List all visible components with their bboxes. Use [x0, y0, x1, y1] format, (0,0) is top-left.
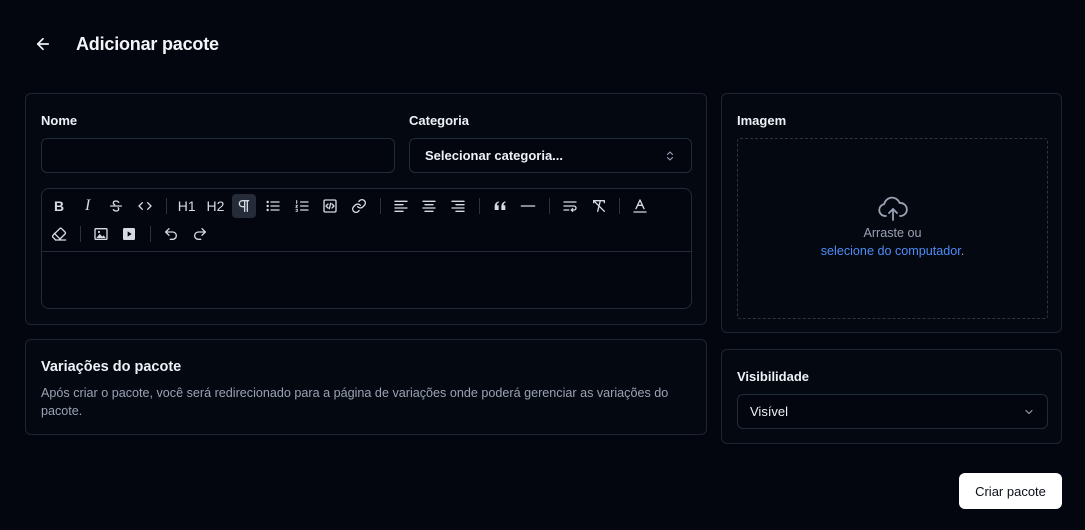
italic-button[interactable]: I: [76, 194, 100, 218]
dropzone-suffix: .: [960, 244, 965, 258]
image-card: Imagem Arraste ou selecione do computado…: [721, 93, 1062, 333]
visibility-select[interactable]: Visível: [737, 394, 1048, 429]
code-block-button[interactable]: [318, 194, 342, 218]
text-color-icon: [633, 199, 648, 213]
wrap-text-icon: [563, 201, 577, 212]
ordered-list-button[interactable]: [290, 194, 314, 218]
toolbar-divider: [79, 226, 81, 242]
heading-1-icon: H1: [177, 198, 196, 214]
bullet-list-button[interactable]: [261, 194, 285, 218]
rich-text-editor: B I H1 H2: [41, 188, 692, 309]
package-details-card: Nome Categoria Selecionar categoria... B…: [25, 93, 707, 325]
align-center-button[interactable]: [417, 194, 441, 218]
bullet-list-icon: [266, 200, 280, 212]
variations-description: Após criar o pacote, você será redirecio…: [41, 386, 669, 418]
link-button[interactable]: [347, 194, 371, 218]
name-label: Nome: [41, 113, 78, 128]
chevron-down-icon: [1025, 409, 1033, 414]
ordered-list-icon: [294, 200, 309, 212]
strikethrough-button[interactable]: [104, 194, 128, 218]
cloud-upload-icon: [878, 196, 908, 221]
bold-icon: B: [53, 198, 65, 214]
redo-icon: [193, 228, 206, 240]
insert-image-button[interactable]: [89, 222, 113, 246]
select-from-computer-link[interactable]: selecione do computador: [821, 244, 961, 258]
toolbar-divider: [478, 198, 480, 214]
image-label: Imagem: [737, 113, 787, 128]
quote-icon: [494, 201, 506, 210]
page-title: Adicionar pacote: [76, 33, 219, 54]
page-header: Adicionar pacote: [32, 33, 219, 55]
toolbar-divider: [379, 198, 381, 214]
toolbar-divider: [549, 198, 550, 214]
visibility-select-value: Visível: [750, 404, 789, 419]
align-right-icon: [451, 200, 465, 212]
strikethrough-icon: [110, 200, 123, 212]
eraser-icon: [51, 227, 67, 241]
dropzone-line-2: selecione do computador.: [738, 244, 1047, 258]
name-input[interactable]: [41, 138, 395, 173]
editor-content-area[interactable]: [42, 251, 691, 309]
heading-2-icon: H2: [206, 198, 225, 214]
align-left-button[interactable]: [389, 194, 413, 218]
horizontal-rule-icon: [520, 205, 536, 207]
clear-format-button[interactable]: [587, 194, 611, 218]
variations-title: Variações do pacote: [41, 359, 182, 375]
eraser-button[interactable]: [47, 222, 71, 246]
variations-card: Variações do pacote Após criar o pacote,…: [25, 339, 707, 435]
italic-icon: I: [85, 197, 91, 214]
category-select-value: Selecionar categoria...: [425, 148, 564, 163]
image-dropzone[interactable]: Arraste ou selecione do computador.: [737, 138, 1048, 319]
paragraph-button[interactable]: [232, 194, 257, 218]
editor-toolbar-row-2: [47, 222, 216, 246]
heading-2-button[interactable]: H2: [203, 194, 227, 218]
link-icon: [351, 199, 366, 213]
back-button[interactable]: [32, 33, 54, 55]
dropzone-text: Arraste ou: [863, 226, 922, 240]
toolbar-divider: [150, 226, 152, 242]
code-block-icon: [323, 199, 337, 213]
category-label: Categoria: [409, 113, 469, 128]
insert-video-button[interactable]: [117, 222, 141, 246]
visibility-label: Visibilidade: [737, 369, 810, 384]
blockquote-button[interactable]: [488, 194, 512, 218]
toolbar-divider: [619, 198, 621, 214]
heading-1-button[interactable]: H1: [175, 194, 199, 218]
visibility-card: Visibilidade Visível: [721, 349, 1062, 444]
redo-button[interactable]: [188, 222, 212, 246]
chevrons-up-down-icon: [666, 150, 674, 161]
arrow-left-icon: [36, 37, 50, 51]
video-icon: [123, 228, 136, 240]
code-icon: [138, 202, 152, 210]
category-select[interactable]: Selecionar categoria...: [409, 138, 692, 173]
remove-formatting-icon: [592, 200, 605, 212]
undo-icon: [165, 228, 178, 240]
hard-break-button[interactable]: [558, 194, 582, 218]
image-icon: [94, 228, 108, 240]
horizontal-rule-button[interactable]: [516, 194, 540, 218]
toolbar-divider: [165, 198, 167, 214]
text-color-button[interactable]: [628, 194, 652, 218]
create-package-button[interactable]: Criar pacote: [959, 473, 1062, 509]
align-left-icon: [393, 200, 408, 212]
pilcrow-icon: [238, 200, 250, 212]
editor-toolbar-row-1: B I H1 H2: [47, 194, 657, 218]
align-right-button[interactable]: [446, 194, 470, 218]
bold-button[interactable]: B: [47, 194, 71, 218]
code-button[interactable]: [133, 194, 157, 218]
undo-button[interactable]: [159, 222, 183, 246]
align-center-icon: [422, 200, 436, 212]
